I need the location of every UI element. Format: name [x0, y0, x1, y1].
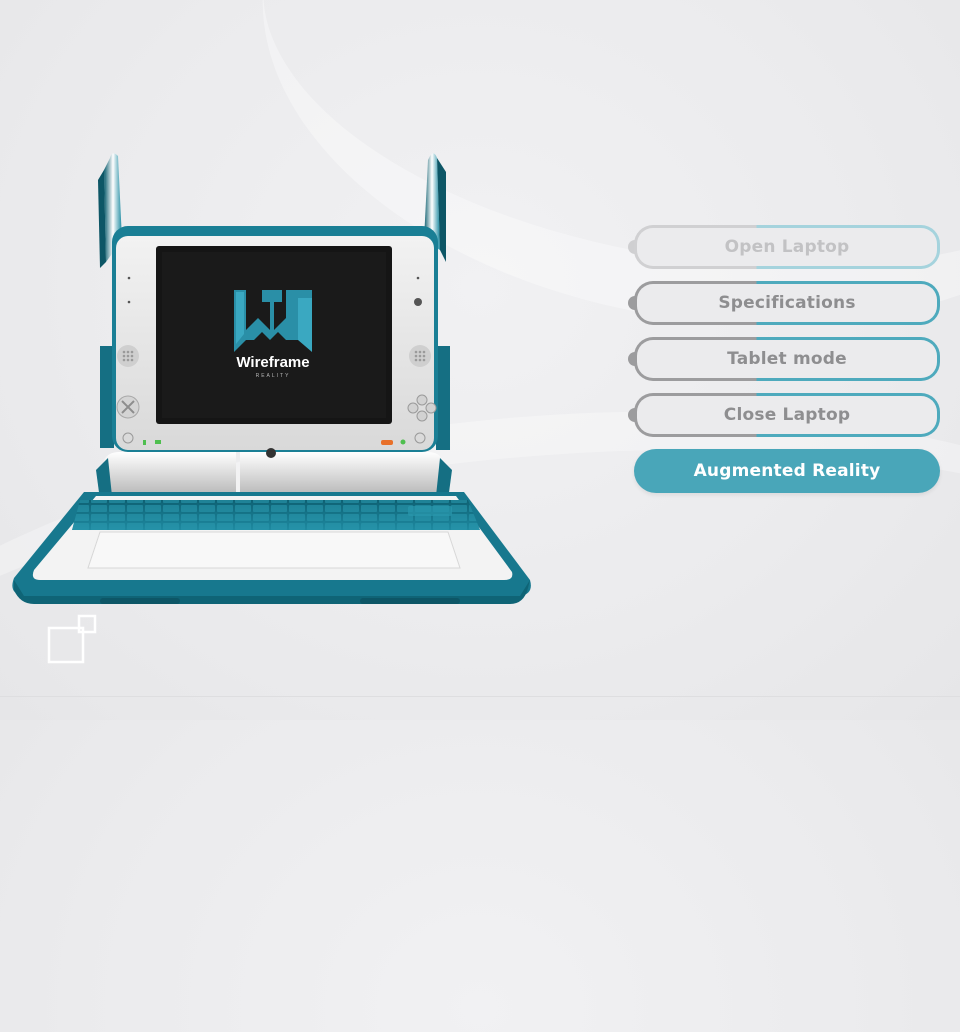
footer-divider: [0, 696, 960, 697]
hinge-right: [308, 452, 442, 492]
close-laptop-label: Close Laptop: [723, 405, 851, 425]
wireframe-reality-logo: Wireframe REALITY: [234, 290, 312, 379]
menu-pill: Specifications: [634, 281, 940, 325]
augmented-reality-label: Augmented Reality: [693, 461, 881, 481]
camera-icon: [414, 298, 422, 306]
menu-pill: Close Laptop: [634, 393, 940, 437]
laptop-3d-model[interactable]: Wireframe REALITY: [0, 0, 560, 620]
augmented-reality-button[interactable]: Augmented Reality: [628, 449, 948, 493]
specifications-label: Specifications: [718, 293, 856, 313]
expand-view-icon[interactable]: [46, 614, 100, 668]
touchpad-area: [87, 531, 461, 569]
svg-text:Wireframe: Wireframe: [236, 354, 309, 371]
hinge-swivel: [240, 452, 308, 492]
speaker-left-icon: [117, 345, 139, 367]
svg-text:REALITY: REALITY: [256, 373, 291, 379]
screen-right-edge: [436, 346, 450, 450]
close-laptop-button[interactable]: Close Laptop: [628, 393, 948, 437]
tablet-mode-button[interactable]: Tablet mode: [628, 337, 948, 381]
screen-left-edge: [100, 346, 114, 448]
menu-pill: Open Laptop: [634, 225, 940, 269]
menu-pill: Tablet mode: [634, 337, 940, 381]
specifications-button[interactable]: Specifications: [628, 281, 948, 325]
open-laptop-button[interactable]: Open Laptop: [628, 225, 948, 269]
action-menu: Open Laptop Specifications Tablet mode C…: [628, 225, 948, 505]
menu-pill: Augmented Reality: [634, 449, 940, 493]
hinge-left: [104, 452, 236, 492]
tablet-mode-label: Tablet mode: [727, 349, 847, 369]
status-led: [381, 440, 393, 445]
open-laptop-label: Open Laptop: [724, 237, 850, 257]
speaker-right-icon: [409, 345, 431, 367]
